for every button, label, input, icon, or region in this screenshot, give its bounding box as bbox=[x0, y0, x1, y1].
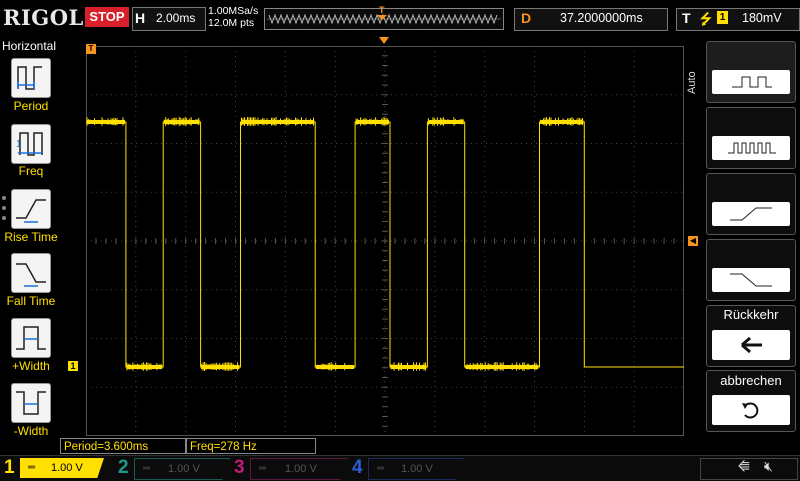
scroll-dot bbox=[2, 206, 6, 210]
option-preview bbox=[712, 268, 790, 292]
freq-label: Freq bbox=[18, 164, 44, 178]
trace-level-band bbox=[390, 365, 427, 369]
trace-level-band bbox=[465, 365, 539, 369]
svg-text:1: 1 bbox=[16, 139, 22, 150]
channel-3-number[interactable]: 3 bbox=[234, 456, 245, 480]
single-pulse-icon bbox=[732, 76, 772, 88]
dc-coupling-icon: ═ bbox=[377, 463, 385, 474]
memory-depth: 12.0M pts bbox=[208, 17, 255, 29]
channel-4-scale-box[interactable]: ═ 1.00 V bbox=[368, 458, 464, 480]
option-preview bbox=[712, 70, 790, 94]
frequency-measure-icon: 1 bbox=[16, 132, 43, 156]
trace-level-band bbox=[126, 365, 163, 369]
positive-width-button[interactable] bbox=[11, 318, 51, 358]
negative-width-button[interactable] bbox=[11, 383, 51, 423]
period-label: Period bbox=[13, 99, 49, 113]
channel-3-scale-box[interactable]: ═ 1.00 V bbox=[250, 458, 348, 480]
channel-1-trace bbox=[86, 121, 684, 368]
freq-measurement[interactable]: Freq=278 Hz bbox=[186, 438, 316, 454]
dc-coupling-icon: ═ bbox=[143, 463, 151, 474]
period-button[interactable] bbox=[11, 58, 51, 98]
scroll-dot bbox=[2, 196, 6, 200]
channel-1-offset-marker[interactable]: 1 bbox=[68, 361, 78, 371]
trigger-level-marker[interactable]: ◀ bbox=[688, 236, 698, 246]
acquisition-info: 1.00MSa/s 12.0M pts bbox=[208, 5, 258, 29]
undo-icon bbox=[742, 402, 759, 419]
channel-4-number[interactable]: 4 bbox=[352, 456, 363, 480]
button-face bbox=[712, 330, 790, 360]
period-measurement[interactable]: Period=3.600ms bbox=[60, 438, 186, 454]
left-arrow-icon bbox=[741, 336, 762, 354]
auto-mode-label: Auto bbox=[686, 71, 698, 94]
usb-icon: ⭅ bbox=[738, 459, 750, 474]
trace-level-band bbox=[87, 120, 125, 124]
memory-trigger-arrow bbox=[377, 15, 387, 20]
channel-4-scale: 1.00 V bbox=[401, 463, 433, 475]
rising-edge-icon bbox=[730, 207, 772, 221]
horizontal-trigger-marker: T bbox=[86, 44, 96, 54]
negative-width-label: -Width bbox=[13, 424, 49, 438]
memory-trigger-marker: T bbox=[379, 5, 385, 15]
trigger-label: T bbox=[682, 10, 691, 26]
single-pulse-option[interactable] bbox=[706, 41, 796, 103]
trace-level-band bbox=[201, 365, 240, 369]
positive-width-icon bbox=[16, 326, 46, 350]
rising-edge-trigger-icon: ⭍ bbox=[700, 11, 712, 27]
cancel-label: abbrechen bbox=[720, 373, 782, 388]
run-stop-indicator[interactable]: STOP bbox=[85, 7, 129, 27]
fall-time-icon bbox=[16, 263, 46, 287]
rise-time-button[interactable] bbox=[11, 189, 51, 229]
timebase-value: 2.00ms bbox=[156, 11, 196, 25]
delay-label: D bbox=[521, 10, 532, 26]
sample-rate: 1.00MSa/s bbox=[208, 5, 259, 17]
channel-2-number[interactable]: 2 bbox=[118, 456, 129, 480]
trace-level-band bbox=[241, 120, 315, 124]
channel-3-scale: 1.00 V bbox=[285, 463, 317, 475]
dc-coupling-icon: ═ bbox=[259, 463, 267, 474]
fall-time-label: Fall Time bbox=[6, 294, 56, 308]
negative-width-icon bbox=[16, 391, 46, 415]
freq-button[interactable]: 1 bbox=[11, 124, 51, 164]
trigger-level-value: 180mV bbox=[742, 11, 782, 25]
channel-1-number[interactable]: 1 bbox=[4, 456, 15, 480]
rising-edge-option[interactable] bbox=[706, 173, 796, 235]
channel-1-scale-box[interactable]: ═ 1.00 V bbox=[20, 458, 104, 478]
trace-level-band bbox=[356, 120, 389, 124]
positive-width-label: +Width bbox=[12, 359, 50, 373]
falling-edge-option[interactable] bbox=[706, 239, 796, 301]
option-preview bbox=[712, 202, 790, 226]
trace-level-band bbox=[428, 120, 464, 124]
channel-1-scale: 1.00 V bbox=[51, 462, 83, 474]
rise-time-icon bbox=[16, 199, 46, 223]
trigger-source-badge: 1 bbox=[717, 11, 728, 24]
menu-title: Horizontal bbox=[2, 39, 57, 53]
brand-logo: RIGOL bbox=[3, 5, 84, 30]
fall-time-button[interactable] bbox=[11, 253, 51, 293]
scroll-dot bbox=[2, 216, 6, 220]
falling-edge-icon bbox=[730, 273, 772, 287]
delay-value: 37.2000000ms bbox=[560, 11, 643, 25]
graticule bbox=[86, 46, 684, 436]
mute-icon[interactable]: 🔇︎ bbox=[764, 458, 773, 475]
pulse-train-icon bbox=[728, 142, 776, 154]
rise-time-label: Rise Time bbox=[4, 230, 58, 244]
option-preview bbox=[712, 136, 790, 160]
horizontal-label: H bbox=[135, 10, 146, 26]
channel-2-scale-box[interactable]: ═ 1.00 V bbox=[134, 458, 230, 480]
button-face bbox=[712, 395, 790, 425]
dc-coupling-icon: ═ bbox=[28, 462, 36, 473]
pulse-train-option[interactable] bbox=[706, 107, 796, 169]
back-label: Rückkehr bbox=[723, 307, 779, 322]
trace-level-band bbox=[316, 365, 355, 369]
trace-level-band bbox=[540, 120, 584, 124]
trace-level-band bbox=[164, 120, 200, 124]
period-measure-icon bbox=[17, 66, 42, 90]
waveform-display[interactable] bbox=[86, 46, 684, 436]
channel-2-scale: 1.00 V bbox=[168, 463, 200, 475]
trigger-position-arrow[interactable] bbox=[379, 37, 389, 44]
top-status-bar: RIGOL STOP H 2.00ms 1.00MSa/s 12.0M pts … bbox=[0, 0, 800, 36]
